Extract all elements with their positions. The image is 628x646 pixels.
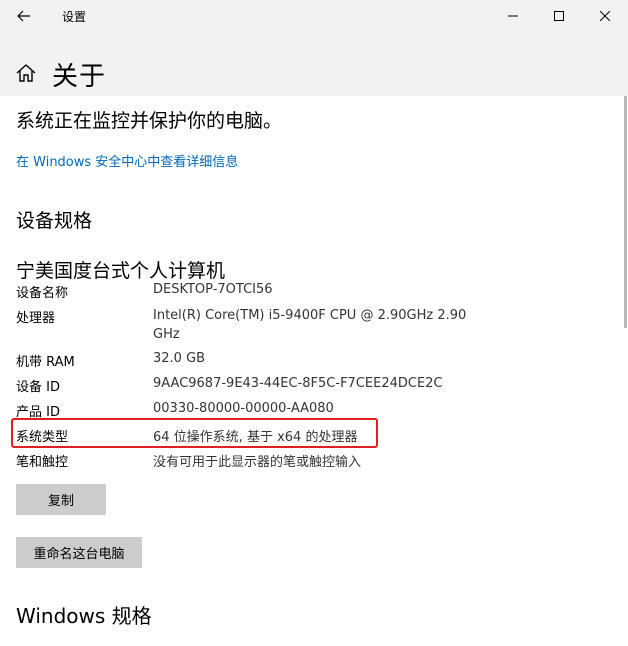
- system-type-highlight: [11, 418, 378, 448]
- close-button[interactable]: [582, 0, 628, 32]
- spec-value-device-id: 9AAC9687-9E43-44EC-8F5C-F7CEE24DCE2C: [153, 376, 443, 391]
- minimize-button[interactable]: [490, 0, 536, 32]
- app-title: 设置: [62, 10, 87, 24]
- spec-value-ram: 32.0 GB: [153, 351, 206, 366]
- device-model-name: 宁美国度台式个人计算机: [16, 260, 226, 282]
- page-header: 关于: [0, 32, 628, 96]
- arrow-left-icon: [17, 10, 30, 22]
- rename-pc-button[interactable]: 重命名这台电脑: [16, 537, 142, 568]
- page-title: 关于: [52, 62, 107, 92]
- security-status-text: 系统正在监控并保护你的电脑。: [16, 110, 283, 132]
- spec-label-device-name: 设备名称: [16, 286, 69, 301]
- spec-label-processor: 处理器: [16, 311, 56, 326]
- spec-value-pen-touch: 没有可用于此显示器的笔或触控输入: [153, 455, 362, 470]
- spec-value-processor: Intel(R) Core(TM) i5-9400F CPU @ 2.90GHz…: [153, 308, 467, 342]
- title-bar: 设置: [0, 0, 628, 32]
- minimize-icon: [508, 15, 518, 17]
- spec-label-pen-touch: 笔和触控: [16, 455, 69, 470]
- maximize-icon: [554, 11, 564, 21]
- copy-button[interactable]: 复制: [16, 484, 106, 515]
- spec-value-product-id: 00330-80000-00000-AA080: [153, 401, 334, 416]
- back-button[interactable]: [10, 6, 38, 26]
- home-icon[interactable]: [15, 62, 37, 84]
- scrollbar[interactable]: [624, 96, 627, 328]
- windows-specs-heading: Windows 规格: [16, 604, 152, 628]
- security-details-link[interactable]: 在 Windows 安全中心中查看详细信息: [16, 151, 238, 170]
- spec-label-ram: 机带 RAM: [16, 355, 75, 370]
- maximize-button[interactable]: [536, 0, 582, 32]
- spec-value-device-name: DESKTOP-7OTCI56: [153, 282, 273, 297]
- close-icon: [600, 11, 610, 21]
- device-specs-heading: 设备规格: [16, 210, 93, 232]
- spec-label-device-id: 设备 ID: [16, 380, 60, 395]
